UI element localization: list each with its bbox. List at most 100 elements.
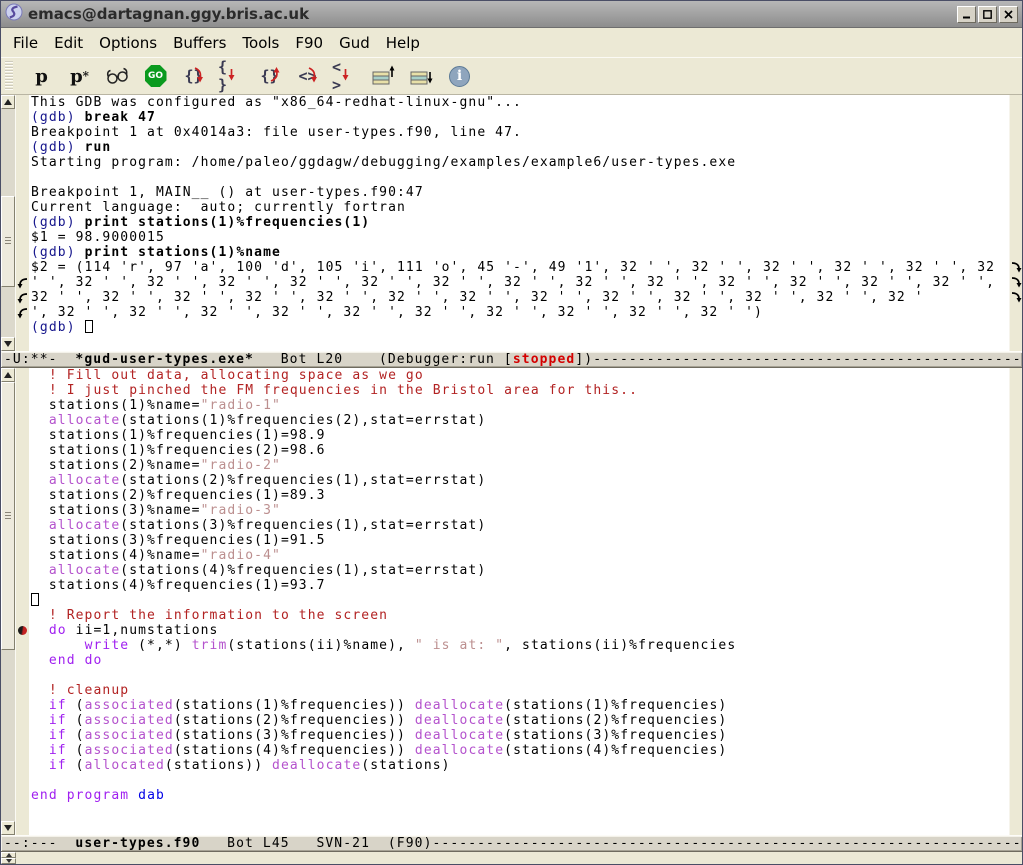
source-window[interactable]: ! Fill out data, allocating space as we … bbox=[1, 368, 1022, 835]
fringe-cell bbox=[1010, 383, 1022, 398]
stack-down-icon[interactable] bbox=[408, 63, 435, 90]
buffer-line: $2 = (114 'r', 97 'a', 100 'd', 105 'i',… bbox=[31, 260, 1009, 275]
fringe-cell bbox=[1010, 488, 1022, 503]
buffer-line: stations(2)%frequencies(1)=89.3 bbox=[31, 488, 1009, 503]
scroll-down-icon[interactable] bbox=[1, 337, 15, 351]
toolbar-grip[interactable] bbox=[5, 61, 13, 91]
text-segment: (stations(1)%frequencies)) bbox=[174, 698, 415, 713]
maximize-button[interactable] bbox=[978, 6, 997, 23]
text-segment: ' ', 32 ' ', 32 ' ', 32 ' ', 32 ' ', 32 … bbox=[31, 275, 995, 290]
text-segment: write bbox=[85, 638, 130, 653]
text-segment: print stations(1)%name bbox=[85, 245, 281, 260]
text-segment: (gdb) bbox=[31, 110, 85, 125]
fringe-cell bbox=[16, 368, 29, 383]
text-segment bbox=[129, 788, 138, 803]
fringe-cell bbox=[1010, 413, 1022, 428]
go-icon[interactable]: GO bbox=[142, 63, 169, 90]
menu-file[interactable]: File bbox=[5, 31, 46, 55]
fringe-cell bbox=[1010, 773, 1022, 788]
fringe-cell bbox=[16, 458, 29, 473]
close-button[interactable] bbox=[999, 6, 1018, 23]
source-scroll-thumb[interactable] bbox=[1, 382, 15, 650]
fringe-cell bbox=[1010, 398, 1022, 413]
scroll-up-icon[interactable] bbox=[1, 368, 15, 382]
step-icon[interactable]: { } bbox=[218, 63, 245, 90]
stack-up-icon[interactable] bbox=[370, 63, 397, 90]
buffer-line: end program dab bbox=[31, 788, 1009, 803]
print-star-icon[interactable]: p* bbox=[66, 63, 93, 90]
minimize-button[interactable] bbox=[957, 6, 976, 23]
buffer-line: (gdb) run bbox=[31, 140, 1009, 155]
gdb-text[interactable]: This GDB was configured as "x86_64-redha… bbox=[29, 95, 1009, 351]
next-icon[interactable]: {} bbox=[180, 63, 207, 90]
text-cursor bbox=[31, 593, 39, 606]
buffer-line: write (*,*) trim(stations(ii)%name), " i… bbox=[31, 638, 1009, 653]
source-right-fringe bbox=[1009, 368, 1022, 835]
fringe-cell bbox=[1010, 623, 1022, 638]
buffer-line: This GDB was configured as "x86_64-redha… bbox=[31, 95, 1009, 110]
menu-f90[interactable]: F90 bbox=[287, 31, 331, 55]
next-instruction-icon[interactable]: <> bbox=[294, 63, 321, 90]
step-instruction-icon[interactable]: < > bbox=[332, 63, 359, 90]
buffer-line: ! Report the information to the screen bbox=[31, 608, 1009, 623]
minibuffer-scrollbar[interactable] bbox=[1, 852, 16, 864]
menu-help[interactable]: Help bbox=[378, 31, 428, 55]
scroll-down-icon[interactable] bbox=[1, 821, 15, 835]
breakpoint-icon bbox=[18, 626, 27, 635]
echo-area[interactable] bbox=[1, 852, 1022, 864]
source-scroll-track[interactable] bbox=[1, 382, 15, 821]
text-segment: deallocate bbox=[415, 728, 504, 743]
source-scrollbar[interactable] bbox=[1, 368, 16, 835]
text-segment: end program bbox=[31, 788, 129, 803]
info-icon[interactable]: i bbox=[446, 63, 473, 90]
modeline-segment: user-types.f90 bbox=[75, 836, 200, 851]
fringe-cell bbox=[1010, 593, 1022, 608]
text-segment: (stations(4)%frequencies)) bbox=[174, 743, 415, 758]
fringe-cell bbox=[16, 653, 29, 668]
fringe-cell bbox=[16, 728, 29, 743]
buffer-line: ! cleanup bbox=[31, 683, 1009, 698]
source-text[interactable]: ! Fill out data, allocating space as we … bbox=[29, 368, 1009, 835]
buffer-line: allocate(stations(4)%frequencies(1),stat… bbox=[31, 563, 1009, 578]
buffer-line: stations(4)%frequencies(1)=93.7 bbox=[31, 578, 1009, 593]
gdb-output-window[interactable]: This GDB was configured as "x86_64-redha… bbox=[1, 95, 1022, 351]
scroll-down-icon[interactable] bbox=[1, 858, 16, 864]
buffer-line bbox=[31, 773, 1009, 788]
print-icon[interactable]: p bbox=[28, 63, 55, 90]
text-segment: Current language: auto; currently fortra… bbox=[31, 200, 406, 215]
text-segment bbox=[31, 743, 49, 758]
menu-tools[interactable]: Tools bbox=[234, 31, 287, 55]
fringe-cell bbox=[16, 140, 29, 155]
fringe-cell bbox=[16, 320, 29, 335]
menu-buffers[interactable]: Buffers bbox=[165, 31, 234, 55]
modeline-segment: ]) bbox=[575, 352, 593, 367]
text-segment: stations(1)%frequencies(1)=98.9 bbox=[31, 428, 326, 443]
title-bar[interactable]: emacs@dartagnan.ggy.bris.ac.uk bbox=[1, 1, 1022, 28]
text-segment: (stations(3)%frequencies(1),stat=errstat… bbox=[120, 518, 486, 533]
text-segment: allocate bbox=[49, 473, 120, 488]
gdb-scroll-track[interactable] bbox=[1, 109, 15, 337]
scroll-up-icon[interactable] bbox=[1, 95, 15, 109]
fringe-cell bbox=[16, 638, 29, 653]
text-segment: stations(2)%name= bbox=[31, 458, 201, 473]
modeline-segment: stopped bbox=[513, 352, 576, 367]
menu-gud[interactable]: Gud bbox=[331, 31, 378, 55]
fringe-cell bbox=[1010, 305, 1022, 320]
source-modeline: --:--- user-types.f90 Bot L45 SVN-21 (F9… bbox=[1, 835, 1022, 852]
menu-edit[interactable]: Edit bbox=[46, 31, 91, 55]
gdb-scrollbar[interactable] bbox=[1, 95, 16, 351]
fringe-cell bbox=[16, 518, 29, 533]
watch-expression-icon[interactable] bbox=[104, 63, 131, 90]
fringe-cell bbox=[16, 413, 29, 428]
fringe-cell bbox=[16, 95, 29, 110]
fringe-cell bbox=[1010, 458, 1022, 473]
fringe-cell bbox=[16, 773, 29, 788]
finish-icon[interactable]: {} bbox=[256, 63, 283, 90]
text-segment bbox=[31, 713, 49, 728]
fringe-cell bbox=[1010, 110, 1022, 125]
fringe-cell bbox=[16, 548, 29, 563]
text-segment bbox=[31, 563, 49, 578]
text-segment: (stations(2)%frequencies)) bbox=[174, 713, 415, 728]
gdb-scroll-thumb[interactable] bbox=[1, 196, 15, 287]
menu-options[interactable]: Options bbox=[91, 31, 165, 55]
